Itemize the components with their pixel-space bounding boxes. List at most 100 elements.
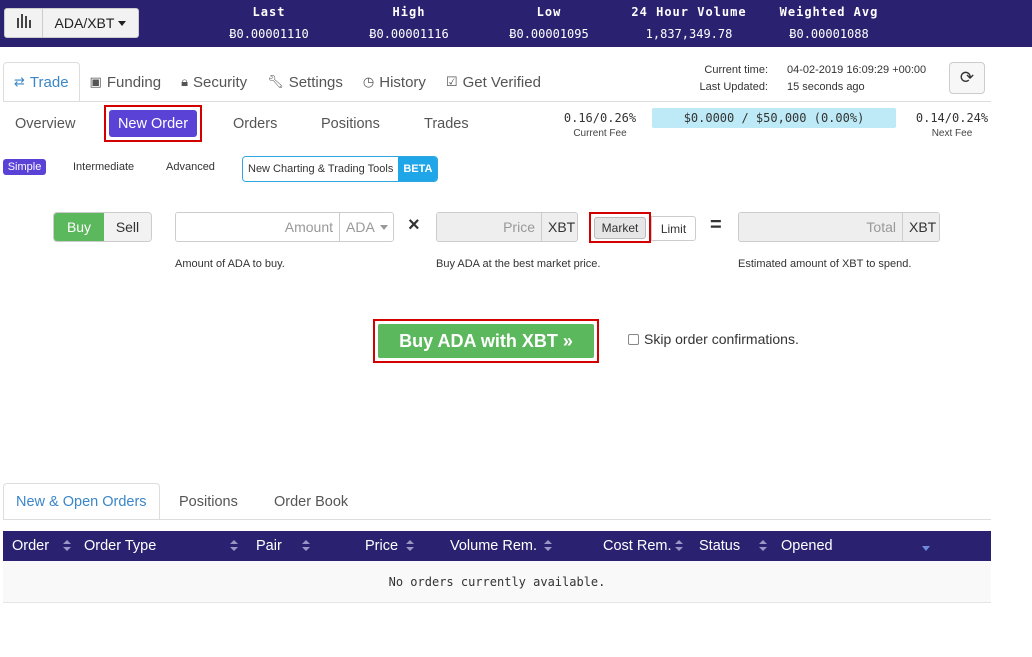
next-fee-label: Next Fee [931,128,973,139]
ticker-bar: ADA/XBT Last Ƀ0.00001110 High Ƀ0.0000111… [0,0,1032,47]
stat-volume: 24 Hour Volume 1,837,349.78 [624,4,754,41]
sort-icon[interactable] [675,540,683,552]
stat-title: Last [252,5,286,19]
subnav-positions[interactable]: Positions [321,116,380,132]
tab-label: Funding [106,73,162,91]
tab-get-verified[interactable]: ☑ Get Verified [436,62,551,102]
amount-currency-dropdown[interactable]: ADA [339,213,393,241]
mode-advanced[interactable]: Advanced [166,161,215,173]
total-input[interactable] [739,213,902,241]
price-input[interactable] [437,213,541,241]
tab-positions[interactable]: Positions [167,483,250,520]
col-price[interactable]: Price [365,531,398,561]
col-order-type[interactable]: Order Type [84,531,156,561]
amount-input[interactable] [176,213,339,241]
skip-confirmations-label: Skip order confirmations. [644,331,799,347]
refresh-icon: ⟳ [959,68,975,87]
sort-icon[interactable] [302,540,310,552]
tab-open-orders[interactable]: New & Open Orders [3,483,160,520]
submit-buy-button[interactable]: Buy ADA with XBT » [378,324,594,358]
sell-toggle-button[interactable]: Sell [104,213,151,241]
amount-help: Amount of ADA to buy. [175,258,285,270]
tab-funding[interactable]: ▣ Funding [80,62,172,102]
col-status[interactable]: Status [699,531,740,561]
clock-icon: ◷ [362,74,375,89]
subnav-orders[interactable]: Orders [233,116,277,132]
stat-low: Low Ƀ0.00001095 [499,4,599,41]
refresh-button[interactable]: ⟳ [949,62,985,94]
mode-simple[interactable]: Simple [3,159,46,175]
lock-icon: 🔒︎ [181,74,188,89]
tab-divider [3,519,991,520]
stat-title: Weighted Avg [779,5,879,19]
sort-icon[interactable] [230,540,238,552]
current-fee-label: Current Fee [573,128,627,139]
sort-icon[interactable] [759,540,767,552]
stat-value: Ƀ0.00001088 [789,27,869,41]
main-nav: ⇄ Trade ▣ Funding 🔒︎ Security 🔧︎ Setting… [0,62,551,102]
subnav-new-order[interactable]: New Order [109,110,197,137]
money-icon: ▣ [89,74,102,89]
fee-progress-bar: $0.0000 / $50,000 (0.00%) [652,108,896,128]
nav-divider [3,101,991,102]
charting-tools-button[interactable]: New Charting & Trading Tools BETA [242,156,439,182]
skip-confirmations[interactable]: Skip order confirmations. [628,331,799,347]
empty-table-message: No orders currently available. [3,561,991,603]
highlight-box: Buy ADA with XBT » [373,319,599,363]
total-help: Estimated amount of XBT to spend. [738,258,912,270]
tab-label: Trade [29,73,69,91]
sort-icon[interactable] [544,540,552,552]
market-button[interactable]: Market [594,217,646,239]
pair-dropdown[interactable]: ADA/XBT [43,9,138,37]
tab-order-book[interactable]: Order Book [262,483,360,520]
amount-currency-label: ADA [346,219,375,235]
tab-security[interactable]: 🔒︎ Security [171,62,257,102]
tab-trade[interactable]: ⇄ Trade [3,62,80,102]
caret-down-icon [118,20,127,26]
highlight-box: Market [589,212,651,243]
tab-settings[interactable]: 🔧︎ Settings [257,62,353,102]
stat-title: High [392,5,426,19]
sort-icon[interactable] [63,540,71,552]
mode-intermediate[interactable]: Intermediate [73,161,134,173]
next-fee: 0.14/0.24% Next Fee [908,111,996,139]
current-fee-value: 0.16/0.26% [563,111,637,125]
charting-tools-label: New Charting & Trading Tools [243,157,399,181]
equals-icon: = [710,214,722,236]
stat-value: 1,837,349.78 [645,27,733,41]
bar-chart-icon[interactable] [5,9,43,37]
col-cost-rem[interactable]: Cost Rem. [603,531,672,561]
total-currency: XBT [902,213,939,241]
limit-button[interactable]: Limit [651,216,696,241]
tab-label: Security [192,73,248,91]
buy-toggle-button[interactable]: Buy [54,213,104,241]
stat-high: High Ƀ0.00001116 [359,4,459,41]
stat-value: Ƀ0.00001095 [509,27,589,41]
col-opened[interactable]: Opened [781,531,833,561]
stat-weighted-avg: Weighted Avg Ƀ0.00001088 [769,4,889,41]
amount-group: ADA [175,212,394,242]
pair-selector[interactable]: ADA/XBT [4,8,139,38]
total-group: XBT [738,212,940,242]
tab-label: History [379,73,426,91]
skip-confirmations-checkbox[interactable] [628,333,639,345]
beta-badge: BETA [398,157,438,181]
col-volume-rem[interactable]: Volume Rem. [450,531,537,561]
col-pair[interactable]: Pair [256,531,282,561]
sort-desc-icon[interactable] [922,546,930,551]
stat-last: Last Ƀ0.00001110 [219,4,319,41]
next-fee-value: 0.14/0.24% [915,111,989,125]
subnav-overview[interactable]: Overview [15,116,75,132]
exchange-icon: ⇄ [14,74,25,89]
stat-title: 24 Hour Volume [631,5,747,19]
sort-icon[interactable] [406,540,414,552]
price-currency: XBT [541,213,577,241]
col-order[interactable]: Order [12,531,49,561]
tab-label: Settings [288,73,343,91]
subnav-trades[interactable]: Trades [424,116,469,132]
wrench-icon: 🔧︎ [267,74,284,89]
tab-history[interactable]: ◷ History [353,62,436,102]
buy-sell-toggle: Buy Sell [53,212,152,242]
stat-value: Ƀ0.00001116 [369,27,449,41]
check-square-icon: ☑ [445,74,458,89]
